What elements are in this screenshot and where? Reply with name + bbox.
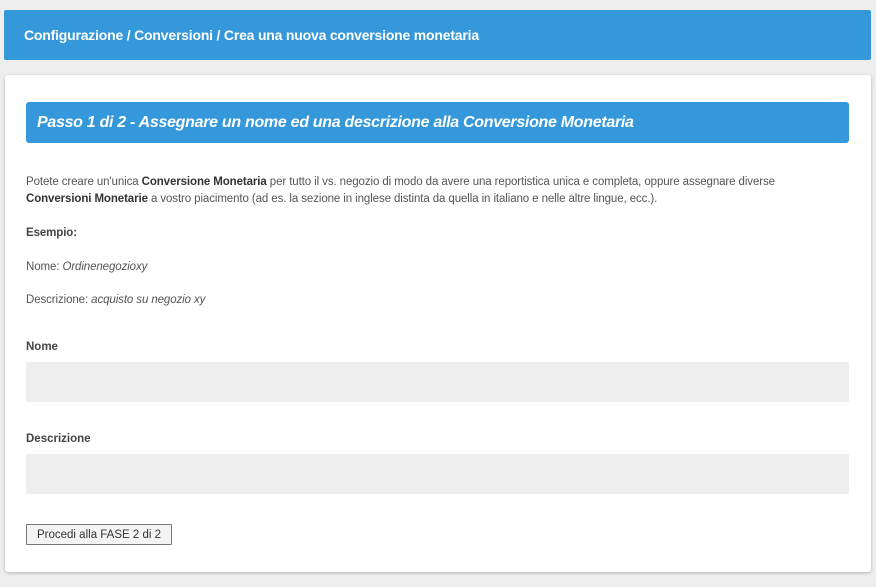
example-name-label: Nome: [26,261,63,273]
intro-text-3: a vostro piacimento (ad es. la sezione i… [147,193,658,205]
breadcrumb: Configurazione / Conversioni / Crea una … [24,27,479,43]
description-input[interactable] [26,454,849,494]
intro-bold-1: Conversione Monetaria [141,176,267,188]
example-desc-label: Descrizione: [26,294,92,306]
name-field-label: Nome [26,341,58,353]
step-title: Passo 1 di 2 - Assegnare un nome ed una … [37,113,634,131]
name-input[interactable] [26,362,849,402]
proceed-step-2-button[interactable]: Procedi alla FASE 2 di 2 [26,524,173,545]
intro-bold-2: Conversioni Monetarie [26,193,148,205]
intro-text-2: per tutto il vs. negozio di modo da aver… [266,176,775,188]
breadcrumb-bar: Configurazione / Conversioni / Crea una … [4,10,871,60]
example-name-value: Ordinenegozioxy [62,261,148,273]
intro-paragraph: Potete creare un'unica Conversione Monet… [26,174,826,208]
example-description: Descrizione: acquisto su negozio xy [26,292,205,309]
example-name: Nome: Ordinenegozioxy [26,259,147,276]
step-header: Passo 1 di 2 - Assegnare un nome ed una … [26,102,849,143]
example-heading: Esempio: [26,227,77,239]
intro-text-1: Potete creare un'unica [26,176,142,188]
description-field-label: Descrizione [26,433,91,445]
example-desc-value: acquisto su negozio xy [91,294,206,306]
main-card: Passo 1 di 2 - Assegnare un nome ed una … [5,75,871,572]
